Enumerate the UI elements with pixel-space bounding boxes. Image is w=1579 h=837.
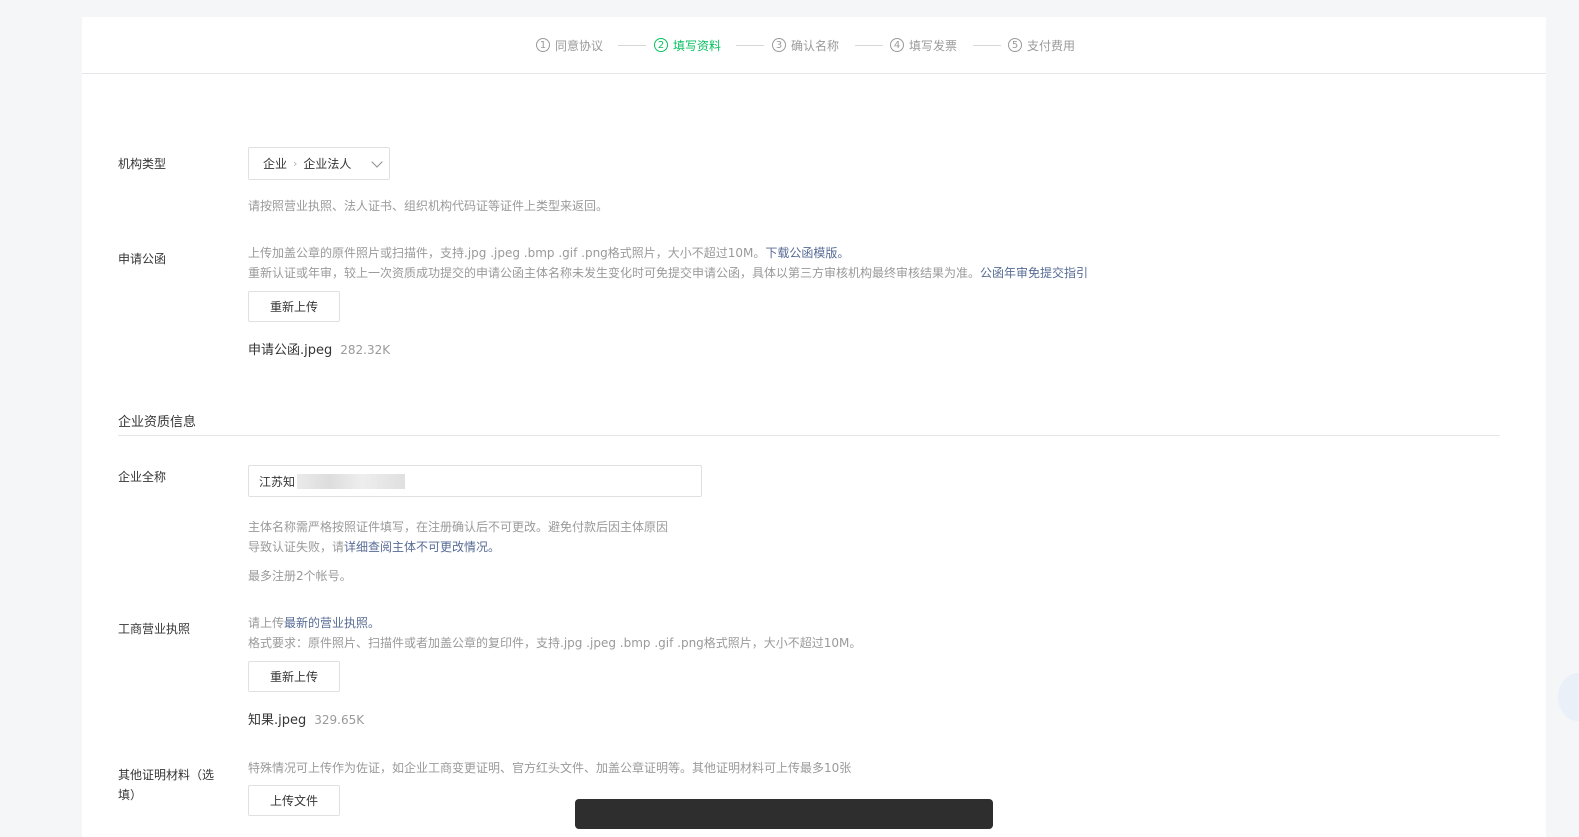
application-letter-hint-text-2: 重新认证或年审，较上一次资质成功提交的申请公函主体名称未发生变化时可免提交申请公…	[248, 266, 981, 280]
other-docs-label: 其他证明材料（选填）	[118, 768, 215, 802]
step-4-number: 4	[890, 38, 904, 52]
company-name-label: 企业全称	[118, 470, 167, 484]
step-connector	[618, 45, 646, 46]
chevron-down-icon	[371, 156, 383, 168]
reupload-letter-button[interactable]: 重新上传	[248, 291, 340, 322]
application-letter-hint-2: 重新认证或年审，较上一次资质成功提交的申请公函主体名称未发生变化时可免提交申请公…	[248, 264, 1088, 281]
license-file-name: 知果.jpeg	[248, 713, 307, 728]
redacted-text	[297, 473, 406, 489]
download-template-link[interactable]: 下载公函模版。	[765, 246, 849, 260]
step-4: 4 填写发票	[890, 36, 957, 54]
letter-file-size: 282.32K	[340, 343, 391, 357]
business-license-hint-2: 格式要求：原件照片、扫描件或者加盖公章的复印件，支持.jpg .jpeg .bm…	[248, 636, 862, 650]
application-letter-hint-1: 上传加盖公章的原件照片或扫描件，支持.jpg .jpeg .bmp .gif .…	[248, 244, 849, 261]
step-connector	[855, 45, 883, 46]
step-3-number: 3	[772, 38, 786, 52]
company-name-hint-2: 导致认证失败，请详细查阅主体不可更改情况。	[248, 538, 500, 555]
step-5-label: 支付费用	[1027, 38, 1076, 53]
step-3: 3 确认名称	[772, 36, 839, 54]
org-type-select[interactable]: 企业 › 企业法人	[248, 147, 390, 180]
latest-license-link[interactable]: 最新的营业执照。	[284, 616, 380, 630]
step-1: 1 同意协议	[536, 36, 603, 54]
unchangeable-cases-link[interactable]: 详细查阅主体不可更改情况。	[344, 540, 500, 554]
reupload-license-button[interactable]: 重新上传	[248, 661, 340, 692]
application-letter-label: 申请公函	[118, 252, 167, 266]
letter-file[interactable]: 申请公函.jpeg 282.32K	[248, 339, 390, 358]
step-5: 5 支付费用	[1008, 36, 1075, 54]
org-type-hint: 请按照营业执照、法人证书、组织机构代码证等证件上类型来返回。	[248, 199, 609, 213]
org-type-level2: 企业法人	[303, 157, 352, 171]
company-name-hint-3: 最多注册2个帐号。	[248, 569, 352, 583]
business-license-label: 工商营业执照	[118, 622, 191, 636]
other-docs-hint: 特殊情况可上传作为佐证，如企业工商变更证明、官方红头文件、加盖公章证明等。其他证…	[248, 761, 852, 775]
business-license-hint-1: 请上传最新的营业执照。	[248, 614, 380, 631]
step-3-label: 确认名称	[791, 38, 840, 53]
license-file-size: 329.65K	[314, 713, 365, 727]
company-name-input[interactable]: 江苏知	[248, 465, 702, 497]
chevron-right-icon: ›	[293, 157, 298, 170]
business-license-hint-text: 请上传	[248, 616, 285, 630]
section-divider	[118, 435, 1500, 436]
org-type-label: 机构类型	[118, 157, 167, 171]
step-4-label: 填写发票	[909, 38, 958, 53]
main-card: 1 同意协议 2 填写资料 3 确认名称 4 填写发票 5 支付费用 机构类型 …	[82, 17, 1546, 837]
step-indicator: 1 同意协议 2 填写资料 3 确认名称 4 填写发票 5 支付费用	[82, 17, 1546, 74]
company-name-hint-2-text: 导致认证失败，请	[248, 540, 345, 554]
floating-help-button[interactable]	[1558, 673, 1579, 721]
step-connector	[973, 45, 1001, 46]
section-title: 企业资质信息	[118, 415, 197, 430]
application-letter-hint-text: 上传加盖公章的原件照片或扫描件，支持.jpg .jpeg .bmp .gif .…	[248, 246, 766, 260]
org-type-level1: 企业	[263, 157, 288, 171]
step-1-number: 1	[536, 38, 550, 52]
step-5-number: 5	[1008, 38, 1022, 52]
upload-file-button[interactable]: 上传文件	[248, 785, 340, 816]
license-file[interactable]: 知果.jpeg 329.65K	[248, 709, 364, 728]
company-name-hint-1: 主体名称需严格按照证件填写，在注册确认后不可更改。避免付款后因主体原因	[248, 520, 669, 534]
step-2-active: 2 填写资料	[654, 36, 721, 54]
step-2-label: 填写资料	[673, 38, 722, 53]
step-1-label: 同意协议	[555, 38, 604, 53]
letter-file-name: 申请公函.jpeg	[248, 343, 333, 358]
annual-review-guide-link[interactable]: 公函年审免提交指引	[980, 266, 1088, 280]
step-2-number: 2	[654, 38, 668, 52]
floating-toolbar[interactable]	[575, 799, 993, 829]
step-connector	[736, 45, 764, 46]
company-name-value: 江苏知	[259, 474, 296, 489]
